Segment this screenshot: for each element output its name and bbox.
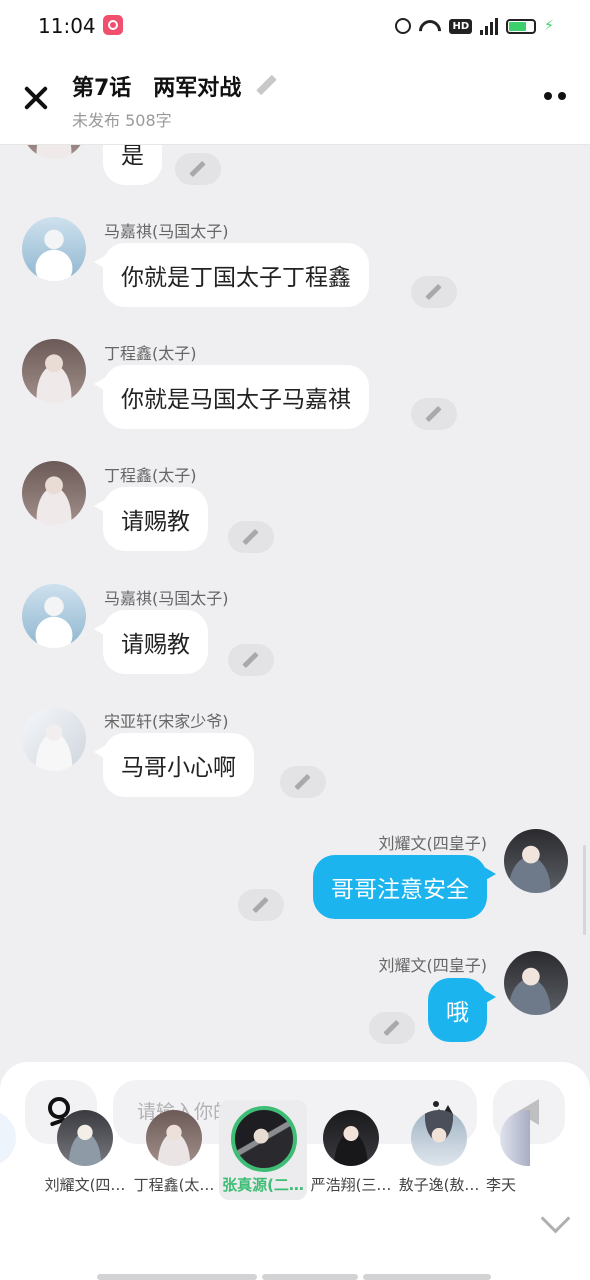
chat-area[interactable]: 是 马嘉祺(马国太子) 你就是丁国太子丁程鑫 丁程鑫(太子) 你就是马国太子马嘉… bbox=[0, 145, 590, 1062]
speaker-name: 宋亚轩(宋家少爷) bbox=[104, 712, 229, 731]
home-indicator bbox=[363, 1274, 491, 1280]
avatar[interactable] bbox=[22, 339, 86, 403]
character-item[interactable]: 严浩翔(三… bbox=[307, 1100, 395, 1200]
message-bubble[interactable]: 请赐教 bbox=[94, 487, 208, 551]
wifi-icon bbox=[419, 18, 441, 34]
character-item-selected[interactable]: 张真源(二… bbox=[219, 1100, 307, 1200]
character-avatar bbox=[411, 1110, 467, 1166]
speaker-name: 马嘉祺(马国太子) bbox=[104, 222, 229, 241]
status-time: 11:04 bbox=[38, 14, 96, 38]
character-avatar bbox=[231, 1106, 297, 1172]
status-icons: HD ⚡ bbox=[395, 15, 554, 37]
close-button[interactable] bbox=[18, 80, 54, 116]
speaker-name: 丁程鑫(太子) bbox=[104, 344, 197, 363]
signal-icon bbox=[480, 17, 499, 35]
edit-message-button[interactable] bbox=[369, 1012, 415, 1044]
avatar[interactable] bbox=[504, 951, 568, 1015]
edit-message-button[interactable] bbox=[228, 644, 274, 676]
character-avatar bbox=[146, 1110, 202, 1166]
speaker-name: 刘耀文(四皇子) bbox=[378, 834, 488, 853]
speaker-name: 刘耀文(四皇子) bbox=[378, 956, 488, 975]
avatar[interactable] bbox=[22, 145, 86, 159]
home-indicator bbox=[262, 1274, 358, 1280]
speaker-name: 马嘉祺(马国太子) bbox=[104, 589, 229, 608]
charging-icon: ⚡ bbox=[544, 18, 554, 34]
character-label: 张真源(二… bbox=[222, 1176, 304, 1194]
message-bubble[interactable]: 你就是马国太子马嘉祺 bbox=[94, 365, 369, 429]
edit-message-button[interactable] bbox=[238, 889, 284, 921]
character-item[interactable]: 敖子逸(敖… bbox=[395, 1100, 483, 1200]
edit-message-button[interactable] bbox=[280, 766, 326, 798]
avatar[interactable] bbox=[22, 707, 86, 771]
avatar[interactable] bbox=[22, 217, 86, 281]
alarm-icon bbox=[395, 18, 412, 34]
edit-message-button[interactable] bbox=[175, 153, 221, 185]
character-label: 刘耀文(四… bbox=[44, 1176, 126, 1194]
character-avatar bbox=[500, 1110, 530, 1166]
message-bubble[interactable]: 你就是丁国太子丁程鑫 bbox=[94, 243, 369, 307]
battery-icon bbox=[506, 18, 537, 34]
avatar[interactable] bbox=[22, 461, 86, 525]
character-item[interactable]: 刘耀文(四… bbox=[41, 1100, 129, 1200]
character-item[interactable]: 丁程鑫(太… bbox=[130, 1100, 218, 1200]
character-label: 严浩翔(三… bbox=[310, 1176, 392, 1194]
character-item[interactable]: 李天 bbox=[484, 1100, 530, 1200]
status-bar: 11:04 HD ⚡ bbox=[0, 0, 590, 52]
app-notification-icon bbox=[103, 15, 123, 35]
character-avatar bbox=[57, 1110, 113, 1166]
header: 第7话 两军对战 未发布 508字 bbox=[0, 52, 590, 145]
message-bubble[interactable]: 是 bbox=[94, 145, 162, 185]
character-selector: 日 刘耀文(四… 丁程鑫(太… 张真源(二… 严浩翔(三… 敖子逸(敖… 李天 bbox=[0, 1100, 530, 1210]
edit-title-icon[interactable] bbox=[255, 75, 277, 97]
scrollbar[interactable] bbox=[583, 845, 586, 935]
character-avatar bbox=[323, 1110, 379, 1166]
title-area: 第7话 两军对战 bbox=[72, 70, 277, 102]
character-avatar bbox=[0, 1110, 16, 1166]
character-label: 敖子逸(敖… bbox=[398, 1176, 480, 1194]
character-item[interactable]: 日 bbox=[0, 1100, 32, 1200]
character-label: 李天 bbox=[486, 1176, 517, 1194]
chapter-title: 第7话 两军对战 bbox=[72, 76, 242, 101]
edit-message-button[interactable] bbox=[228, 521, 274, 553]
chapter-status: 未发布 508字 bbox=[72, 111, 172, 130]
character-label: 丁程鑫(太… bbox=[133, 1176, 215, 1194]
character-label: 日 bbox=[0, 1174, 32, 1195]
avatar[interactable] bbox=[504, 829, 568, 893]
more-button[interactable] bbox=[544, 92, 566, 100]
message-bubble[interactable]: 哥哥注意安全 bbox=[313, 855, 496, 919]
hd-badge: HD bbox=[449, 18, 473, 34]
message-bubble[interactable]: 马哥小心啊 bbox=[94, 733, 254, 797]
home-indicator bbox=[97, 1274, 257, 1280]
edit-message-button[interactable] bbox=[411, 398, 457, 430]
speaker-name: 丁程鑫(太子) bbox=[104, 466, 197, 485]
edit-message-button[interactable] bbox=[411, 276, 457, 308]
message-bubble[interactable]: 哦 bbox=[428, 978, 496, 1042]
message-bubble[interactable]: 请赐教 bbox=[94, 610, 208, 674]
avatar[interactable] bbox=[22, 584, 86, 648]
